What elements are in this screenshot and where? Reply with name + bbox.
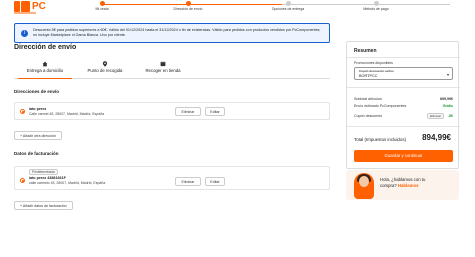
total-label: Total (Impuestos incluidos): [354, 137, 406, 142]
subtotal-row: Subtotal artículos 899,99€: [354, 97, 453, 101]
coupon-field-label: Cupón descuento activo: [359, 68, 394, 73]
total-value: 894,99€: [422, 133, 451, 142]
shipping-heading: Direcciones de envío: [14, 89, 60, 94]
brand-logo[interactable]: PC: [14, 1, 46, 12]
edit-billing-button[interactable]: Editar: [205, 177, 225, 186]
step-done-icon: [99, 1, 105, 6]
chat-text: Hola, ¿hablamos con tu compra? Hablamos: [380, 177, 426, 188]
default-badge: Predeterminada: [29, 169, 58, 175]
remove-coupon-button[interactable]: Eliminar: [427, 113, 444, 119]
delivery-tabs: Entrega a domicilio Punto de recogida Re…: [14, 60, 330, 79]
promo-notice: i Descuento 5€ para pedidos superiores a…: [14, 23, 330, 43]
save-continue-button[interactable]: Guardar y continuar: [354, 150, 453, 162]
tab-store-pickup[interactable]: Recoger en tienda: [138, 60, 188, 79]
billing-heading: Datos de facturación: [14, 151, 59, 156]
info-icon: i: [21, 29, 28, 37]
edit-address-button[interactable]: Editar: [205, 107, 225, 116]
home-icon: [42, 61, 48, 67]
divider: [347, 57, 460, 58]
add-address-button[interactable]: + Añadir otra dirección: [14, 131, 62, 140]
logo-tagline: [14, 12, 36, 14]
agent-avatar: [354, 173, 374, 199]
order-summary: Resumen Promociones disponibles Cupón de…: [346, 41, 460, 169]
step-address: Dirección de envío: [170, 0, 206, 11]
tab-pickup-point[interactable]: Punto de recogida: [80, 60, 130, 79]
delete-billing-button[interactable]: Eliminar: [175, 177, 201, 186]
step-payment: Método de pago: [358, 0, 394, 11]
step-delivery: Opciones de entrega: [270, 0, 306, 11]
logo-mark-icon: [14, 1, 30, 12]
page-title: Dirección de envío: [14, 44, 77, 51]
coupon-value: BORTPCC: [359, 74, 378, 78]
address-line: Calle carmel 45, 28007, Madrid, Madrid, …: [29, 112, 105, 116]
billing-address-card[interactable]: Predeterminada iato perez 43881661F call…: [14, 166, 330, 190]
radio-selected[interactable]: [20, 178, 25, 183]
checkout-steps: Mi cesta Dirección de envío Opciones de …: [95, 0, 456, 16]
pin-icon: [102, 61, 108, 67]
billing-name: iato perez 43881661F: [29, 176, 66, 180]
step-todo-icon: [373, 1, 379, 6]
logo-text: PC: [32, 1, 46, 12]
add-billing-button[interactable]: + Añadir datos de facturación: [14, 201, 73, 210]
shipping-row: Envío estimado PcComponentes Gratis: [354, 104, 453, 108]
shipping-address-card[interactable]: iato perez Calle carmel 45, 28007, Madri…: [14, 102, 330, 120]
summary-title: Resumen: [354, 48, 377, 54]
store-icon: [160, 61, 166, 67]
step-current-icon: [185, 1, 191, 6]
coupon-select[interactable]: Cupón descuento activo BORTPCC ▾: [354, 67, 453, 80]
chat-link[interactable]: Hablamos: [398, 183, 419, 188]
promos-label: Promociones disponibles: [354, 61, 393, 65]
divider: [347, 87, 460, 88]
step-cart[interactable]: Mi cesta: [90, 0, 114, 11]
chevron-down-icon: ▾: [446, 72, 449, 77]
step-todo-icon: [285, 1, 291, 6]
radio-selected[interactable]: [20, 109, 25, 114]
address-name: iato perez: [29, 107, 47, 111]
tab-home-delivery[interactable]: Entrega a domicilio: [18, 60, 72, 79]
billing-line: calle carmelo 43, 28007, Madrid, Madrid,…: [29, 181, 106, 185]
top-bar: PC Mi cesta Dirección de envío Opciones …: [0, 0, 475, 16]
coupon-row: Cupón descuento Eliminar -5€: [354, 113, 453, 119]
divider: [347, 126, 460, 127]
chat-widget[interactable]: Hola, ¿hablamos con tu compra? Hablamos: [346, 170, 459, 200]
delete-address-button[interactable]: Eliminar: [175, 107, 201, 116]
promo-notice-text: Descuento 5€ para pedidos superiores a 6…: [33, 28, 321, 37]
